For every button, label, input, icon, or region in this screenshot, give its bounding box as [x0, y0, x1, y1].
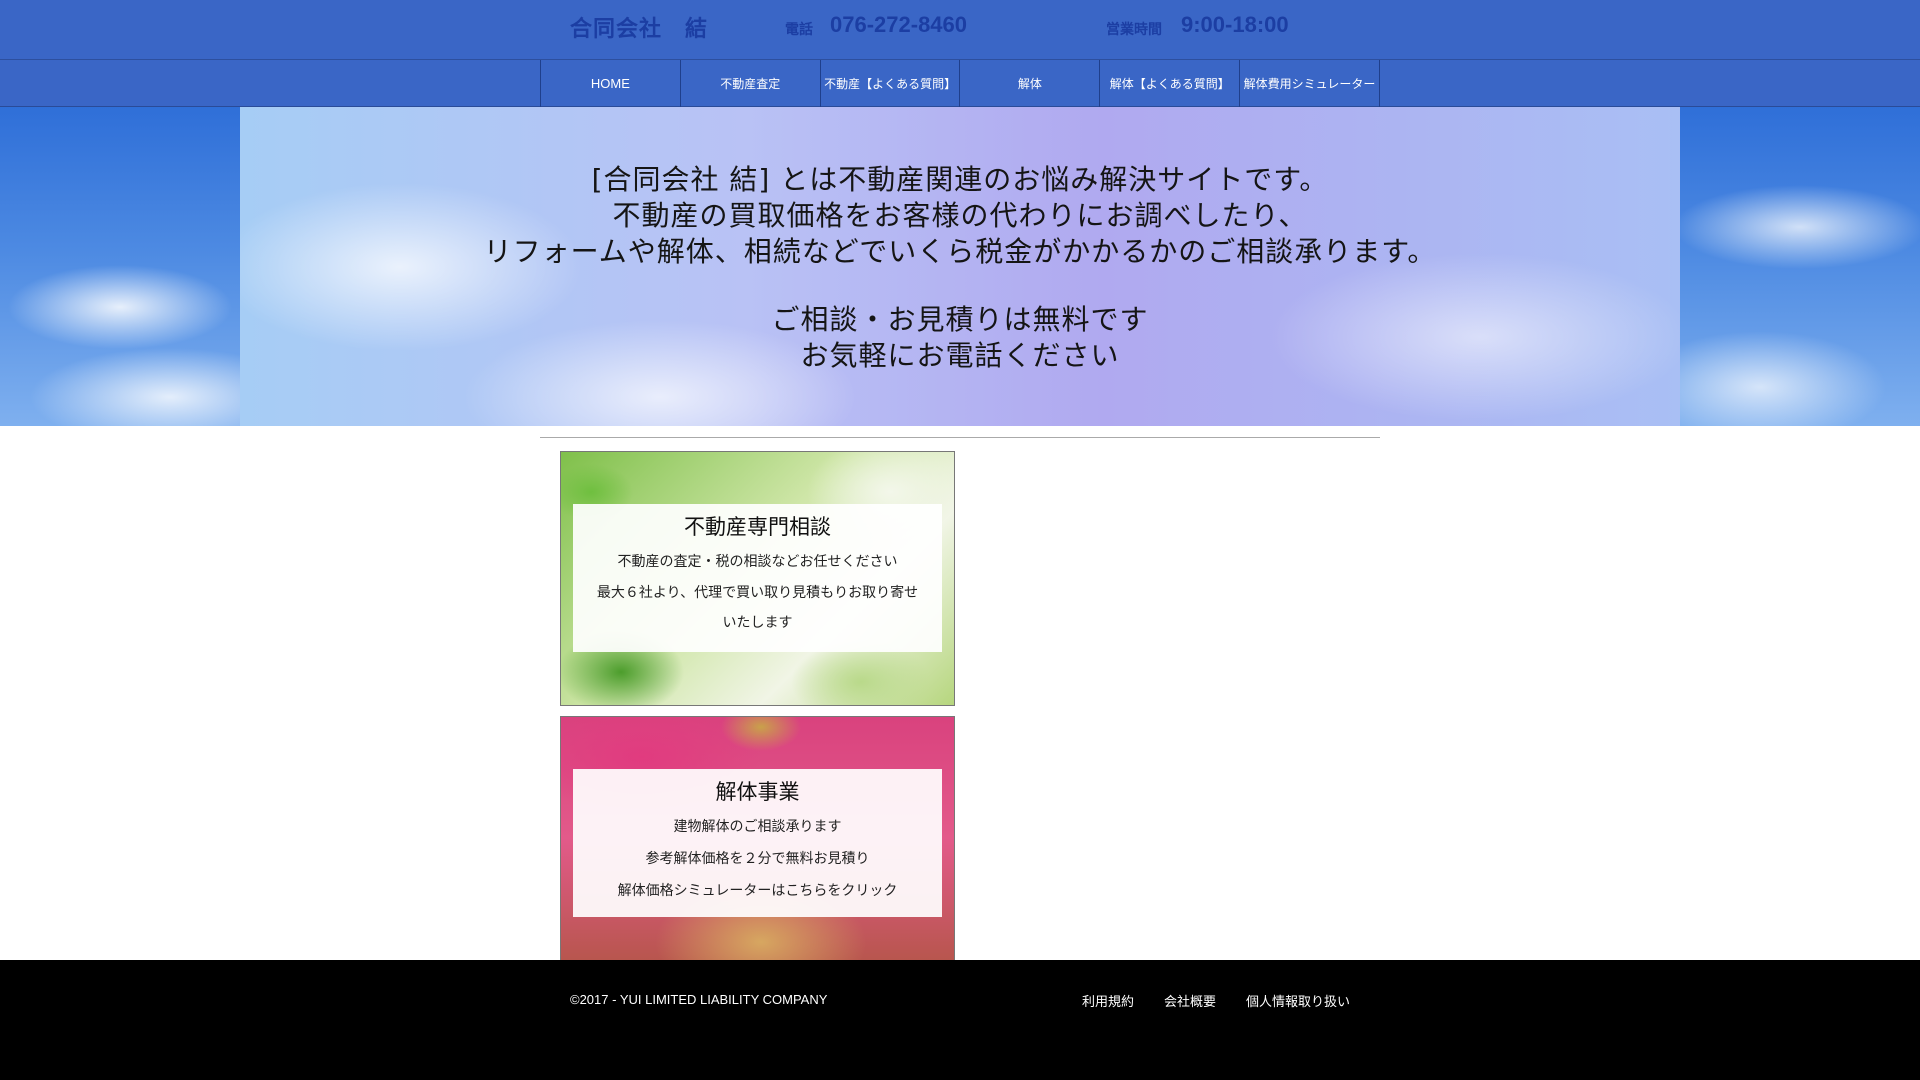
business-hours-value: 9:00-18:00 — [1181, 12, 1289, 37]
hero-line: [合同会社 結] とは不動産関連のお悩み解決サイトです。 — [591, 163, 1329, 196]
phone-number[interactable]: 076-272-8460 — [830, 12, 967, 38]
site-footer: ©2017 - YUI LIMITED LIABILITY COMPANY 利用… — [0, 960, 1920, 1080]
card-line: 建物解体のご相談承ります — [673, 819, 842, 835]
card-line: いたします — [722, 615, 793, 631]
phone-label: 電話 — [785, 21, 813, 37]
card-line[interactable]: 解体価格シミュレーターはこちらをクリック — [581, 875, 934, 907]
demolition-card[interactable]: 解体事業 建物解体のご相談承ります 参考解体価格を２分で無料お見積り 解体価格シ… — [560, 716, 955, 961]
hero-line: 不動産の買取価格をお客様の代わりにお調べしたり、 — [612, 199, 1308, 232]
card-title: 不動産専門相談 — [684, 515, 831, 539]
card-line: 参考解体価格を２分で無料お見積り — [645, 851, 870, 867]
hero-spacer — [240, 270, 1680, 302]
footer-link-terms[interactable]: 利用規約 — [1082, 991, 1134, 1010]
card-line: 不動産の査定・税の相談などお任せください — [617, 554, 898, 570]
copyright-text: ©2017 - YUI LIMITED LIABILITY COMPANY — [570, 992, 828, 1007]
hero-line: お気軽にお電話ください — [800, 339, 1120, 372]
hero-message: [合同会社 結] とは不動産関連のお悩み解決サイトです。 不動産の買取価格をお客… — [240, 162, 1680, 374]
business-hours-label: 営業時間 — [1106, 21, 1162, 37]
nav-item-demolition[interactable]: 解体 — [960, 60, 1101, 107]
site-header: 合同会社 結 電話 076-272-8460 営業時間 9:00-18:00 — [0, 0, 1920, 60]
card-text-box: 解体事業 建物解体のご相談承ります 参考解体価格を２分で無料お見積り 解体価格シ… — [573, 769, 942, 917]
hero-line: ご相談・お見積りは無料です — [771, 303, 1149, 336]
nav-item-real-estate-appraisal[interactable]: 不動産査定 — [681, 60, 821, 107]
company-name[interactable]: 合同会社 結 — [570, 11, 708, 43]
content-divider — [540, 437, 1380, 438]
real-estate-consultation-card[interactable]: 不動産専門相談 不動産の査定・税の相談などお任せください 最大６社より、代理で買… — [560, 451, 955, 706]
hero-panel: [合同会社 結] とは不動産関連のお悩み解決サイトです。 不動産の買取価格をお客… — [240, 107, 1680, 426]
nav-item-home[interactable]: HOME — [541, 60, 681, 107]
main-nav: HOME 不動産査定 不動産【よくある質問】 解体 解体【よくある質問】 解体費… — [0, 60, 1920, 107]
hero-banner: [合同会社 結] とは不動産関連のお悩み解決サイトです。 不動産の買取価格をお客… — [0, 107, 1920, 426]
footer-link-company-overview[interactable]: 会社概要 — [1164, 991, 1216, 1010]
card-title: 解体事業 — [715, 780, 800, 804]
nav-item-demolition-simulator[interactable]: 解体費用シミュレーター — [1240, 60, 1380, 107]
nav-item-demolition-faq[interactable]: 解体【よくある質問】 — [1100, 60, 1241, 107]
nav-bar: HOME 不動産査定 不動産【よくある質問】 解体 解体【よくある質問】 解体費… — [540, 60, 1380, 107]
nav-item-real-estate-faq[interactable]: 不動産【よくある質問】 — [821, 60, 961, 107]
hero-line: リフォームや解体、相続などでいくら税金がかかるかのご相談承ります。 — [483, 235, 1437, 268]
card-line: 最大６社より、代理で買い取り見積もりお取り寄せ — [596, 585, 919, 601]
footer-link-privacy[interactable]: 個人情報取り扱い — [1246, 991, 1350, 1010]
footer-links: 利用規約 会社概要 個人情報取り扱い — [1082, 991, 1380, 1010]
card-text-box: 不動産専門相談 不動産の査定・税の相談などお任せください 最大６社より、代理で買… — [573, 504, 942, 652]
